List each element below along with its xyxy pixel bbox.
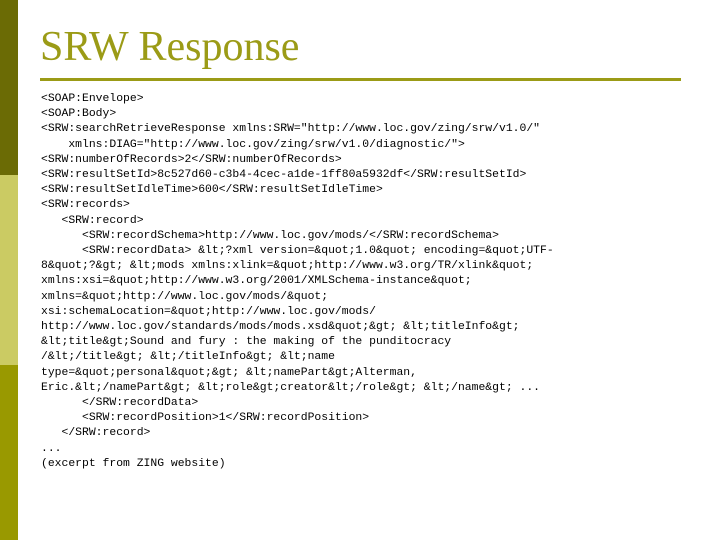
code-line: <SOAP:Envelope> [41,93,144,105]
code-line: xsi:schemaLocation=&quot;http://www.loc.… [41,305,376,318]
code-line: (excerpt from ZING website) [41,457,226,470]
code-line: xmlns:xsi=&quot;http://www.w3.org/2001/X… [41,275,472,288]
code-line: ... [41,442,62,455]
code-line: xmlns:DIAG="http://www.loc.gov/zing/srw/… [41,138,465,151]
sidebar-band-middle [0,175,18,365]
code-line: &lt;title&gt;Sound and fury : the making… [41,336,452,349]
decorative-sidebar [0,0,18,540]
code-line: <SRW:recordPosition>1</SRW:recordPositio… [41,412,370,425]
page-title: SRW Response [40,24,300,70]
slide-canvas: SRW Response <SOAP:Envelope> <SOAP:Body> <… [0,0,720,540]
title-area: SRW Response [40,22,685,81]
code-line: </SRW:record> [41,427,151,440]
title-underline-rule [40,78,681,81]
code-line: <SRW:searchRetrieveResponse xmlns:SRW="h… [41,123,540,136]
sidebar-band-bottom [0,365,18,540]
code-line: Eric.&lt;/namePart&gt; &lt;role&gt;creat… [41,381,540,394]
code-line: <SRW:record> [41,214,144,227]
code-listing: <SOAP:Envelope> <SOAP:Body> <SRW:searchRet… [41,92,701,472]
code-line: <SRW:recordSchema>http://www.loc.gov/mod… [41,229,499,242]
code-line: xmlns=&quot;http://www.loc.gov/mods/&quo… [41,290,329,303]
code-line: http://www.loc.gov/standards/mods/mods.x… [41,321,520,334]
code-line: type=&quot;personal&quot;&gt; &lt;namePa… [41,366,417,379]
code-line: /&lt;/title&gt; &lt;/titleInfo&gt; &lt;n… [41,351,335,364]
sidebar-band-top [0,0,18,175]
code-line: <SRW:numberOfRecords>2</SRW:numberOfReco… [41,153,342,166]
code-line: <SRW:records> [41,199,130,212]
code-line: <SRW:resultSetId>8c527d60-c3b4-4cec-a1de… [41,169,527,182]
code-line: <SOAP:Body> [41,108,117,121]
code-line: <SRW:recordData> &lt;?xml version=&quot;… [41,245,554,258]
code-line: <SRW:resultSetIdleTime>600</SRW:resultSe… [41,184,383,197]
code-line: 8&quot;?&gt; &lt;mods xmlns:xlink=&quot;… [41,260,534,273]
code-line: </SRW:recordData> [41,397,199,410]
